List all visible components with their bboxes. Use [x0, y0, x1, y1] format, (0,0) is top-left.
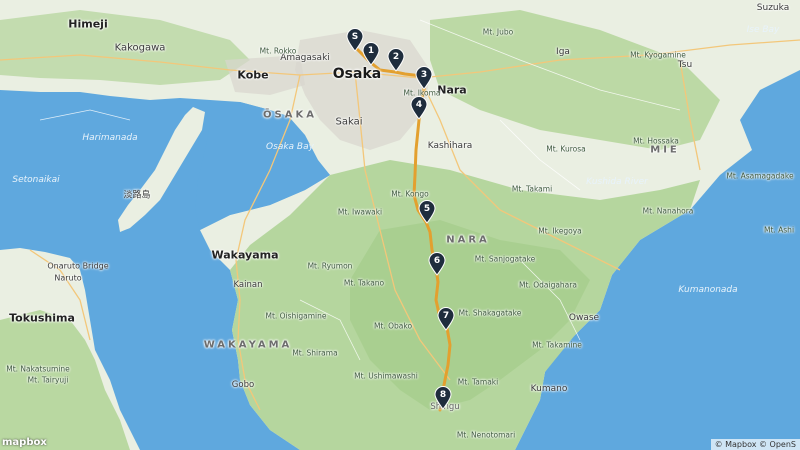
label-mt-ikegoya: Mt. Ikegoya [538, 226, 582, 236]
label-kainan: Kainan [233, 280, 263, 290]
label-mt-kurosa: Mt. Kurosa [546, 144, 586, 154]
label-kushida-river: Kushida River [586, 177, 648, 187]
map-canvas[interactable]: Himeji Kakogawa Kobe Amagasaki Osaka Nar… [0, 0, 800, 450]
route-marker-6[interactable]: 6 [428, 252, 446, 276]
label-mt-sanjogatake: Mt. Sanjogatake [474, 254, 536, 264]
route-marker-1[interactable]: 1 [362, 42, 380, 66]
label-mt-nanahora: Mt. Nanahora [642, 206, 694, 216]
label-osaka: Osaka [332, 66, 382, 82]
mapbox-logo[interactable]: mapbox [2, 437, 47, 448]
route-marker-7[interactable]: 7 [437, 307, 455, 331]
label-awaji: 淡路島 [123, 190, 151, 201]
attribution-text[interactable]: © Mapbox © OpenS [710, 439, 800, 450]
label-mt-nenotomari: Mt. Nenotomari [456, 430, 516, 440]
label-mt-asamagadake: Mt. Asamagadake [726, 171, 794, 181]
label-owase: Owase [568, 313, 600, 323]
marker-label: S [351, 32, 359, 42]
marker-label: 2 [392, 52, 400, 62]
label-kobe: Kobe [237, 68, 269, 82]
label-himeji: Himeji [68, 17, 108, 31]
label-mt-takano: Mt. Takano [343, 278, 385, 288]
label-kumano: Kumano [530, 384, 568, 394]
land-awaji [118, 107, 205, 232]
label-ise-bay: Ise Bay [746, 25, 780, 35]
label-setonaikai: Setonaikai [12, 175, 60, 185]
label-mt-obako: Mt. Obako [373, 321, 413, 331]
label-mt-tamaki: Mt. Tamaki [457, 377, 499, 387]
label-mt-nakatsumine: Mt. Nakatsumine [6, 364, 70, 374]
marker-label: 3 [420, 70, 428, 80]
label-nara-region: NARA [446, 234, 490, 246]
label-mt-takami: Mt. Takami [511, 184, 553, 194]
label-mt-takamine: Mt. Takamine [532, 340, 582, 350]
label-mt-odaigahara: Mt. Odaigahara [519, 280, 577, 290]
label-wakayama-city: Wakayama [211, 248, 279, 262]
label-mt-kongo: Mt. Kongo [391, 189, 429, 199]
label-kumanonada: Kumanonada [678, 285, 738, 295]
label-kashihara: Kashihara [427, 141, 473, 151]
label-kakogawa: Kakogawa [114, 42, 166, 54]
label-mt-ryumon: Mt. Ryumon [307, 261, 353, 271]
label-mie-region: MIE [650, 144, 680, 156]
label-mt-tairyuji: Mt. Tairyuji [27, 375, 69, 385]
label-mt-hossaka: Mt. Hossaka [633, 136, 679, 146]
label-mt-oishigamine: Mt. Oishigamine [265, 311, 327, 321]
label-sakai: Sakai [335, 116, 363, 128]
marker-label: 8 [439, 390, 447, 400]
label-nara: Nara [437, 83, 467, 97]
label-mt-ushimawashi: Mt. Ushimawashi [354, 371, 418, 381]
label-mt-shirama: Mt. Shirama [292, 348, 338, 358]
route-marker-5[interactable]: 5 [418, 200, 436, 224]
label-osaka-region: ŌSAKA [263, 109, 317, 121]
marker-label: 4 [415, 100, 423, 110]
label-harimanada: Harimanada [82, 133, 138, 143]
marker-label: 6 [433, 256, 441, 266]
label-tsu: Tsu [677, 60, 693, 70]
marker-label: 1 [367, 46, 375, 56]
label-osaka-bay: Osaka Bay [266, 142, 314, 152]
label-suzuka: Suzuka [756, 3, 790, 13]
label-tokushima: Tokushima [9, 311, 75, 325]
route-marker-4[interactable]: 4 [410, 96, 428, 120]
label-wakayama-region: WAKAYAMA [203, 339, 293, 351]
label-gobo: Gobo [231, 380, 255, 390]
marker-label: 7 [442, 311, 450, 321]
route-marker-2[interactable]: 2 [387, 48, 405, 72]
route-marker-8[interactable]: 8 [434, 386, 452, 410]
label-iga: Iga [556, 47, 570, 57]
marker-label: 5 [423, 204, 431, 214]
label-onaruto-bridge: Onaruto Bridge [47, 261, 109, 271]
route-marker-3[interactable]: 3 [415, 66, 433, 90]
label-mt-iwawaki: Mt. Iwawaki [337, 207, 383, 217]
label-mt-shakagatake: Mt. Shakagatake [458, 308, 522, 318]
label-mt-kyogamine: Mt. Kyogamine [630, 50, 686, 60]
label-mt-jubo: Mt. Jubo [482, 27, 514, 37]
label-naruto: Naruto [54, 273, 82, 283]
label-mt-ashi: Mt. Ashi [763, 225, 795, 235]
label-mt-rokko: Mt. Rokko [259, 46, 297, 56]
